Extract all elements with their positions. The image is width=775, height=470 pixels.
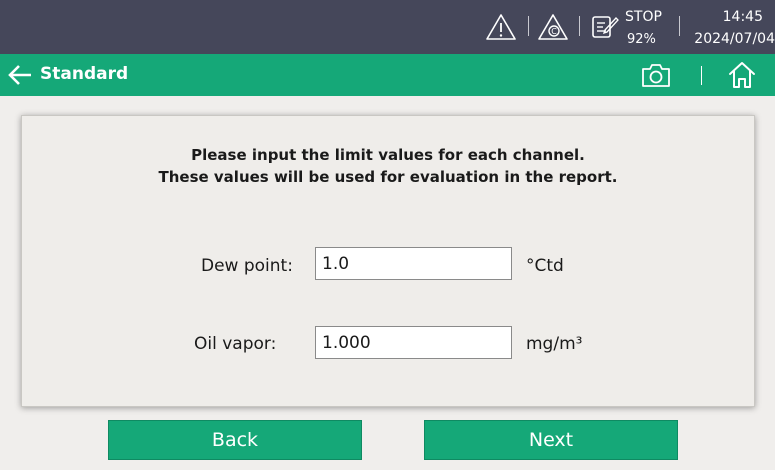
oil-vapor-label: Oil vapor: <box>194 334 277 354</box>
back-button[interactable]: Back <box>108 420 362 460</box>
oil-vapor-input[interactable] <box>315 326 512 359</box>
camera-icon[interactable] <box>640 60 672 90</box>
clock-time: 14:45 <box>722 9 763 25</box>
instruction-line-2: These values will be used for evaluation… <box>158 168 618 186</box>
status-separator <box>679 16 680 36</box>
page-title: Standard <box>40 64 129 84</box>
title-bar: Standard <box>0 54 775 96</box>
next-button[interactable]: Next <box>424 420 678 460</box>
dew-point-label: Dew point: <box>201 256 293 276</box>
limit-values-panel: Please input the limit values for each c… <box>21 115 755 407</box>
svg-text:C: C <box>551 27 557 36</box>
clock-date: 2024/07/04 <box>694 31 775 47</box>
home-icon[interactable] <box>726 59 758 91</box>
status-separator <box>528 16 529 36</box>
instruction-line-1: Please input the limit values for each c… <box>191 146 585 164</box>
calibration-warning-icon[interactable]: C <box>536 10 570 44</box>
title-separator <box>701 66 702 85</box>
dew-point-unit: °Ctd <box>526 256 564 276</box>
recording-state: STOP <box>625 9 662 25</box>
warning-icon[interactable] <box>484 10 518 44</box>
dew-point-input[interactable] <box>315 247 512 280</box>
status-bar: C STOP 92% 14:45 2024/07/04 <box>0 0 775 54</box>
battery-level: 92% <box>627 32 656 47</box>
status-separator <box>579 16 580 36</box>
report-icon[interactable] <box>587 10 621 44</box>
oil-vapor-unit: mg/m³ <box>526 334 583 354</box>
back-arrow-icon[interactable] <box>6 62 34 88</box>
